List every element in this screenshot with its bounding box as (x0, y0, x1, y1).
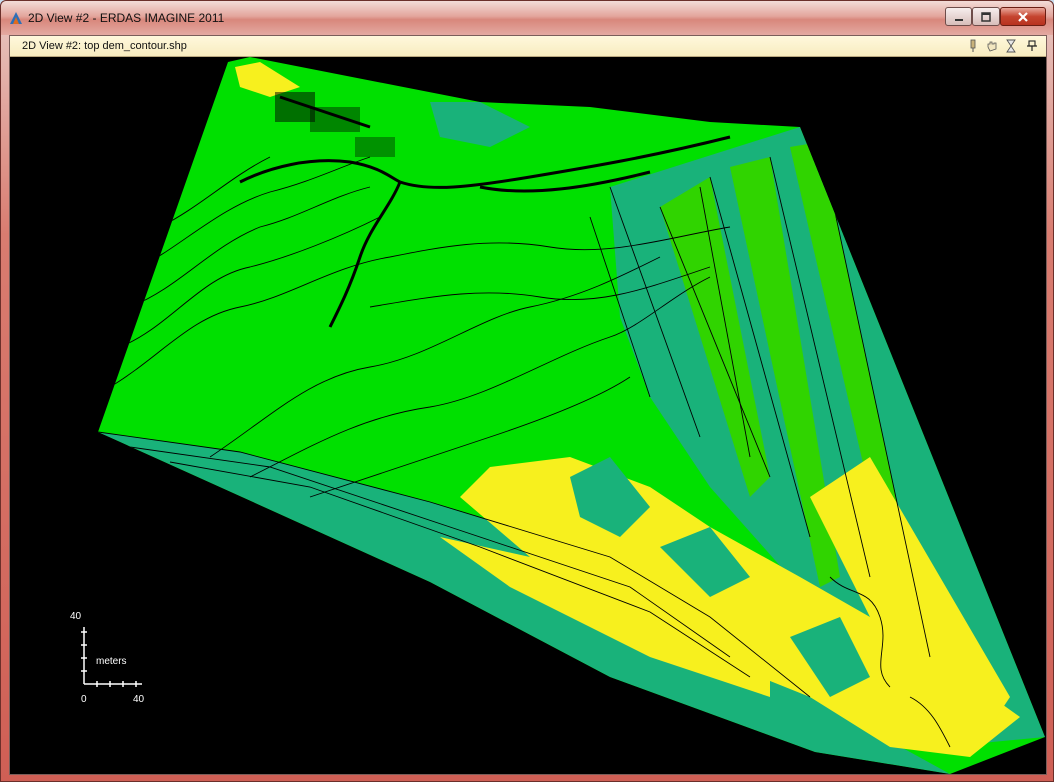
dock-pin-icon[interactable] (1025, 39, 1039, 53)
scale-top-label: 40 (70, 611, 82, 622)
hand-icon[interactable] (985, 39, 999, 53)
terrain-raster (98, 57, 1045, 774)
close-icon (1018, 11, 1028, 22)
minimize-button[interactable] (945, 7, 972, 26)
maximize-button[interactable] (972, 7, 1000, 26)
erdas-app-icon[interactable] (8, 10, 24, 26)
view-title: 2D View #2: top dem_contour.shp (22, 40, 187, 52)
pin-icon[interactable] (966, 39, 980, 53)
view-frame: 2D View #2: top dem_contour.shp 40 meter… (9, 35, 1047, 775)
scale-origin-label: 0 (81, 694, 87, 705)
maximize-icon (981, 11, 991, 22)
minimize-icon (954, 18, 963, 21)
erdas-window: 2D View #2 - ERDAS IMAGINE 2011 2D View … (0, 0, 1054, 782)
title-bar[interactable]: 2D View #2 - ERDAS IMAGINE 2011 (1, 1, 1053, 35)
view-title-bar[interactable]: 2D View #2: top dem_contour.shp (10, 36, 1046, 57)
scale-bar: 40 meters 0 40 (70, 611, 145, 705)
hourglass-icon[interactable] (1004, 39, 1018, 53)
dem-contour-map[interactable]: 40 meters 0 40 (10, 57, 1046, 774)
window-title: 2D View #2 - ERDAS IMAGINE 2011 (28, 11, 225, 25)
scale-unit-label: meters (96, 656, 127, 667)
map-canvas[interactable]: 40 meters 0 40 (10, 57, 1046, 774)
close-button[interactable] (1000, 7, 1046, 26)
scale-right-label: 40 (133, 694, 145, 705)
